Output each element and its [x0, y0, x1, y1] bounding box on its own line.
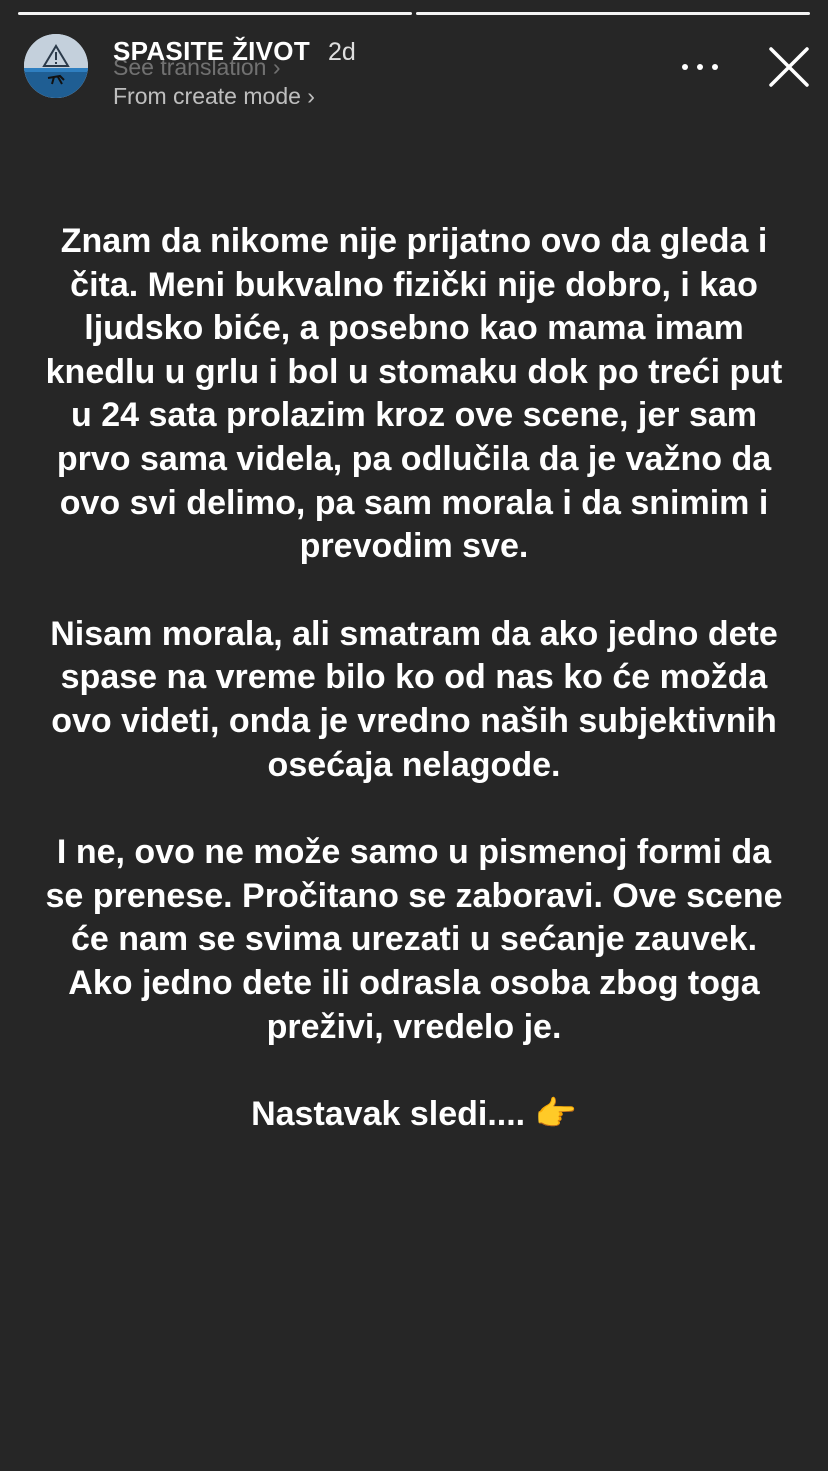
close-icon[interactable] [768, 46, 810, 88]
story-text: Znam da nikome nije prijatno ovo da gled… [40, 220, 788, 1181]
see-translation-link[interactable]: See translation › [113, 54, 280, 81]
story-meta: SPASITE ŽIVOT 2d See translation › From … [113, 36, 356, 110]
create-mode-link[interactable]: From create mode › [113, 83, 356, 110]
progress-segment-next [416, 12, 810, 15]
avatar[interactable] [24, 34, 88, 98]
progress-segment-current [18, 12, 412, 15]
story-header: SPASITE ŽIVOT 2d See translation › From … [24, 34, 810, 114]
paragraph-2: Nisam morala, ali smatram da ako jedno d… [50, 614, 778, 784]
paragraph-continue: Nastavak sledi.... 👉 [251, 1095, 577, 1134]
paragraph-3: I ne, ovo ne može samo u pismenoj formi … [45, 833, 783, 1046]
story-progress-bar [18, 12, 810, 15]
more-options-icon[interactable] [682, 62, 718, 72]
paragraph-1: Znam da nikome nije prijatno ovo da gled… [45, 222, 783, 566]
warning-sign-underwater-icon [24, 34, 88, 98]
timestamp: 2d [328, 38, 356, 66]
